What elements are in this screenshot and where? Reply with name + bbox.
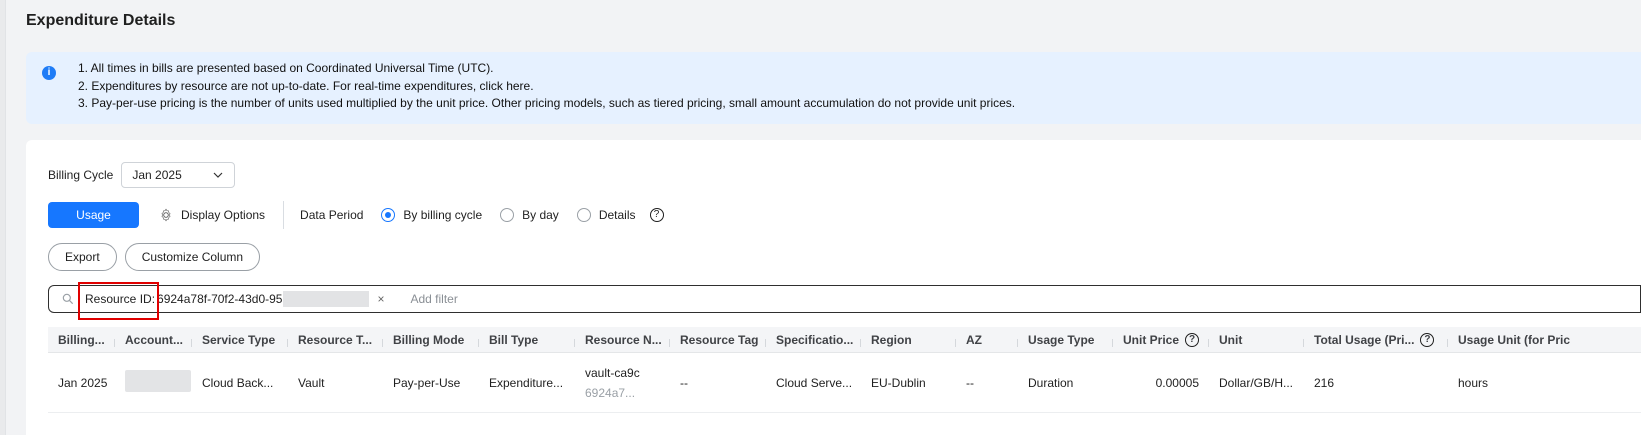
- export-button[interactable]: Export: [48, 243, 117, 271]
- add-filter-input[interactable]: Add filter: [410, 292, 457, 306]
- cell-usage-unit: hours: [1458, 375, 1489, 390]
- info-line-3: 3. Pay-per-use pricing is the number of …: [78, 96, 1016, 110]
- col-billing-mode[interactable]: Billing Mode: [383, 333, 479, 347]
- left-edge-strip: [0, 0, 6, 435]
- info-line-2: 2. Expenditures by resource are not up-t…: [78, 78, 534, 93]
- radio-label: By billing cycle: [403, 208, 483, 222]
- resource-name: vault-ca9c: [585, 365, 640, 380]
- help-icon[interactable]: ?: [1185, 332, 1200, 347]
- col-az[interactable]: AZ: [956, 333, 1018, 347]
- radio-label: By day: [522, 208, 559, 222]
- col-resource-tag[interactable]: Resource Tag: [670, 333, 766, 347]
- page-title: Expenditure Details: [26, 12, 176, 29]
- info-line-1: 1. All times in bills are presented base…: [78, 61, 494, 75]
- cell-usage-type: Duration: [1028, 375, 1074, 390]
- filter-bar[interactable]: Resource ID: 6924a78f-70f2-43d0-95 × Add…: [48, 282, 1641, 320]
- cell-billing-mode: Pay-per-Use: [393, 375, 461, 390]
- filter-key: Resource ID:: [85, 292, 156, 306]
- col-usage-type[interactable]: Usage Type: [1018, 333, 1113, 347]
- radio-unselected-icon: [500, 208, 515, 222]
- radio-by-billing-cycle[interactable]: By billing cycle: [381, 208, 482, 222]
- col-resource-name[interactable]: Resource N...: [575, 333, 670, 347]
- table-body: Jan 2025 Cloud Back... Vault Pay-per-Use…: [48, 353, 1641, 413]
- col-unit-price[interactable]: Unit Price ?: [1113, 332, 1209, 347]
- col-total-usage-label: Total Usage (Pri...: [1314, 332, 1415, 347]
- content-card: Billing Cycle Jan 2025 Usage Display Opt…: [26, 140, 1641, 435]
- col-unit-price-label: Unit Price: [1123, 332, 1180, 347]
- cell-account: [115, 370, 192, 395]
- radio-unselected-icon: [576, 208, 591, 222]
- resource-id-filter-tag[interactable]: Resource ID: 6924a78f-70f2-43d0-95 ×: [78, 282, 392, 320]
- billing-cycle-row: Billing Cycle Jan 2025: [48, 162, 1641, 188]
- col-specification[interactable]: Specificatio...: [766, 333, 861, 347]
- table-header: Billing... Account... Service Type Resou…: [48, 327, 1641, 353]
- col-resource-type[interactable]: Resource T...: [288, 333, 383, 347]
- display-options-label: Display Options: [181, 208, 266, 222]
- info-banner: i 1. All times in bills are presented ba…: [26, 52, 1641, 124]
- radio-label: Details: [598, 208, 636, 222]
- col-bill-type[interactable]: Bill Type: [479, 333, 575, 347]
- help-icon[interactable]: ?: [649, 208, 664, 222]
- cell-billing: Jan 2025: [58, 375, 108, 390]
- billing-cycle-select[interactable]: Jan 2025: [121, 162, 236, 188]
- controls-row: Usage Display Options Data Period By bil…: [48, 201, 1641, 229]
- radio-selected-icon: [381, 208, 396, 222]
- chevron-down-icon: [213, 172, 223, 178]
- resource-id-short: 6924a7...: [585, 385, 636, 400]
- radio-details[interactable]: Details ?: [576, 208, 664, 222]
- data-period-radio-group: By billing cycle By day Details ?: [381, 208, 664, 222]
- customize-column-button[interactable]: Customize Column: [124, 243, 261, 271]
- cell-resource-type: Vault: [298, 375, 325, 390]
- close-icon[interactable]: ×: [377, 292, 384, 306]
- col-billing[interactable]: Billing...: [48, 333, 115, 347]
- cell-service-type: Cloud Back...: [202, 375, 274, 390]
- redaction-block: [283, 291, 370, 307]
- cell-resource-name: vault-ca9c 6924a7...: [575, 366, 670, 400]
- filter-value-text: 6924a78f-70f2-43d0-95: [157, 292, 283, 306]
- billing-cycle-label: Billing Cycle: [48, 168, 114, 182]
- redacted-account: [125, 370, 191, 392]
- filter-value: 6924a78f-70f2-43d0-95: [157, 291, 370, 307]
- expenditure-table: Billing... Account... Service Type Resou…: [48, 327, 1641, 413]
- cell-unit-price: 0.00005: [1155, 375, 1199, 390]
- col-service-type[interactable]: Service Type: [192, 333, 288, 347]
- col-unit[interactable]: Unit: [1209, 333, 1304, 347]
- cell-region: EU-Dublin: [871, 375, 926, 390]
- display-options-button[interactable]: Display Options: [159, 208, 265, 222]
- gear-icon: [161, 208, 171, 222]
- cell-total-usage: 216: [1314, 375, 1335, 390]
- col-region[interactable]: Region: [861, 333, 956, 347]
- radio-by-day[interactable]: By day: [500, 208, 559, 222]
- search-icon: [62, 293, 74, 305]
- cell-resource-tag: --: [680, 375, 688, 390]
- help-icon[interactable]: ?: [1420, 332, 1435, 347]
- usage-button[interactable]: Usage: [48, 202, 139, 228]
- action-buttons-row: Export Customize Column: [48, 243, 1641, 271]
- data-period-label: Data Period: [300, 208, 364, 222]
- billing-cycle-value: Jan 2025: [132, 168, 182, 182]
- col-account[interactable]: Account...: [115, 333, 192, 347]
- cell-specification: Cloud Serve...: [776, 375, 853, 390]
- cell-az: --: [966, 375, 974, 390]
- divider: [283, 201, 285, 229]
- col-total-usage[interactable]: Total Usage (Pri... ?: [1304, 332, 1448, 347]
- col-usage-unit[interactable]: Usage Unit (for Pric: [1448, 333, 1608, 347]
- cell-bill-type: Expenditure...: [489, 375, 564, 390]
- cell-unit: Dollar/GB/H...: [1219, 375, 1294, 390]
- table-row[interactable]: Jan 2025 Cloud Back... Vault Pay-per-Use…: [48, 353, 1641, 413]
- info-icon: i: [42, 66, 56, 80]
